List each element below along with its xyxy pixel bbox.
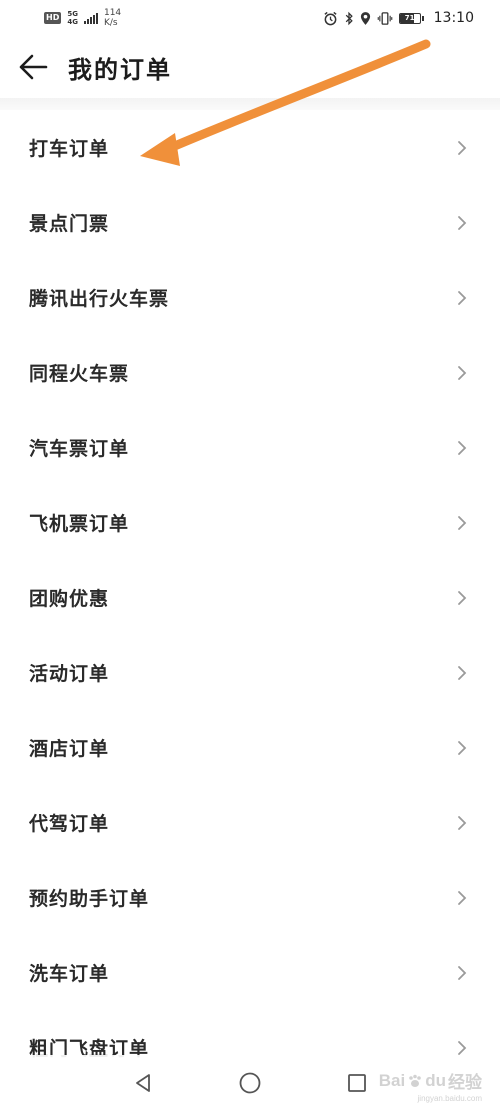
order-label: 腾讯出行火车票 bbox=[29, 288, 170, 310]
network-speed-unit: K/s bbox=[103, 18, 118, 28]
watermark-sub: jingyan.baidu.com bbox=[417, 1094, 482, 1103]
nav-recents-button[interactable] bbox=[342, 1068, 372, 1098]
order-item-booking-assistant[interactable]: 预约助手订单 bbox=[0, 860, 500, 935]
order-label: 团购优惠 bbox=[29, 588, 110, 610]
network-generation: 5G 4G bbox=[67, 10, 78, 26]
order-label: 预约助手订单 bbox=[29, 888, 150, 910]
alarm-icon bbox=[324, 11, 337, 25]
battery-level: 71 bbox=[404, 13, 415, 22]
order-label: 飞机票订单 bbox=[29, 513, 130, 535]
paw-icon bbox=[409, 1074, 422, 1087]
order-item-tencent-train[interactable]: 腾讯出行火车票 bbox=[0, 260, 500, 335]
status-right: 71 13:10 bbox=[323, 10, 474, 26]
location-icon bbox=[360, 11, 370, 25]
chevron-right-icon bbox=[456, 290, 468, 306]
chevron-right-icon bbox=[456, 740, 468, 756]
back-button[interactable] bbox=[18, 52, 48, 82]
order-label: 汽车票订单 bbox=[29, 438, 130, 460]
order-item-tongcheng-train[interactable]: 同程火车票 bbox=[0, 335, 500, 410]
page-title: 我的订单 bbox=[68, 55, 172, 84]
order-item-hotel[interactable]: 酒店订单 bbox=[0, 710, 500, 785]
arrow-left-icon bbox=[19, 54, 48, 80]
watermark-main: Bai bbox=[378, 1070, 406, 1090]
vibrate-icon bbox=[377, 11, 392, 25]
chevron-right-icon bbox=[456, 440, 468, 456]
chevron-right-icon bbox=[456, 140, 468, 156]
hd-badge: HD bbox=[44, 12, 62, 24]
chevron-right-icon bbox=[456, 890, 468, 906]
chevron-right-icon bbox=[456, 365, 468, 381]
nav-home-button[interactable] bbox=[235, 1068, 265, 1098]
nav-back-button[interactable] bbox=[128, 1068, 158, 1098]
status-bar: HD 5G 4G 114 K/s 71 13:10 bbox=[0, 0, 500, 36]
network-gen-bottom: 4G bbox=[67, 18, 78, 26]
watermark-main-suffix: du bbox=[425, 1070, 446, 1090]
baidu-watermark: Bai du 经验 jingyan.baidu.com bbox=[378, 1068, 482, 1104]
chevron-right-icon bbox=[456, 665, 468, 681]
order-label: 酒店订单 bbox=[29, 738, 110, 760]
network-speed-value: 114 bbox=[103, 8, 122, 18]
signal-strength-icon bbox=[83, 12, 98, 24]
order-item-group-buy[interactable]: 团购优惠 bbox=[0, 560, 500, 635]
home-circle-icon bbox=[239, 1072, 261, 1094]
chevron-right-icon bbox=[456, 815, 468, 831]
recents-square-icon bbox=[347, 1074, 366, 1092]
order-label: 洗车订单 bbox=[29, 963, 110, 985]
header: 我的订单 bbox=[0, 36, 500, 98]
watermark-cn: 经验 bbox=[448, 1073, 482, 1092]
header-divider bbox=[0, 98, 500, 110]
network-gen-top: 5G bbox=[67, 10, 78, 18]
network-speed: 114 K/s bbox=[104, 8, 121, 28]
bluetooth-icon bbox=[345, 11, 353, 25]
order-item-bus-ticket[interactable]: 汽车票订单 bbox=[0, 410, 500, 485]
order-list: 打车订单 景点门票 腾讯出行火车票 同程火车票 汽车票订单 飞机票订单 团购优惠… bbox=[0, 110, 500, 1085]
chevron-right-icon bbox=[456, 965, 468, 981]
order-label: 代驾订单 bbox=[29, 813, 110, 835]
order-item-activity[interactable]: 活动订单 bbox=[0, 635, 500, 710]
order-label: 同程火车票 bbox=[29, 363, 130, 385]
status-left: HD 5G 4G 114 K/s bbox=[44, 8, 121, 28]
order-item-taxi[interactable]: 打车订单 bbox=[0, 110, 500, 185]
back-triangle-icon bbox=[136, 1074, 151, 1092]
order-item-car-wash[interactable]: 洗车订单 bbox=[0, 935, 500, 1010]
order-label: 打车订单 bbox=[29, 138, 110, 160]
chevron-right-icon bbox=[456, 215, 468, 231]
status-time: 13:10 bbox=[433, 10, 474, 26]
chevron-right-icon bbox=[456, 1040, 468, 1056]
battery-icon: 71 bbox=[398, 12, 424, 24]
order-item-scenic-tickets[interactable]: 景点门票 bbox=[0, 185, 500, 260]
chevron-right-icon bbox=[456, 590, 468, 606]
order-item-flight[interactable]: 飞机票订单 bbox=[0, 485, 500, 560]
order-label: 活动订单 bbox=[29, 663, 110, 685]
order-item-designated-driver[interactable]: 代驾订单 bbox=[0, 785, 500, 860]
order-label: 景点门票 bbox=[29, 213, 110, 235]
chevron-right-icon bbox=[456, 515, 468, 531]
